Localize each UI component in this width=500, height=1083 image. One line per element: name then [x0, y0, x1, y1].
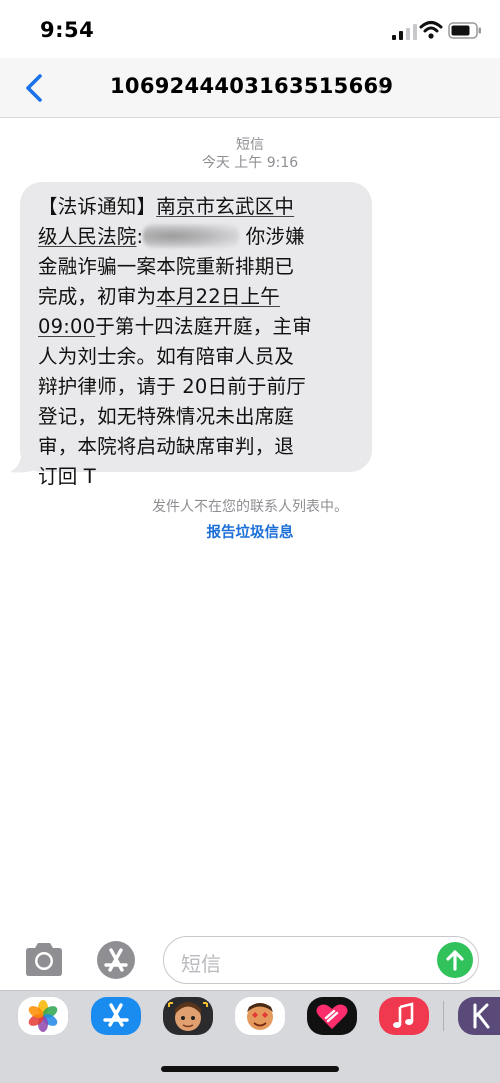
date-link[interactable]: 本月22日上午 [156, 285, 280, 308]
redacted-name-blur [143, 224, 240, 248]
message-fragment: : [136, 225, 144, 248]
message-fragment: 你涉嫌 [245, 225, 305, 248]
message-line: 辩护律师，请于 20日前于前厅 [38, 375, 307, 398]
message-line: 登记，如无特殊情况未出席庭 [38, 405, 295, 428]
animoji-stickers-icon[interactable] [235, 997, 285, 1035]
message-input[interactable]: 短信 [163, 936, 479, 984]
message-text: 【法诉通知】南京市玄武区中 级人民法院: 你涉嫌 金融诈骗一案本院重新排期已 完… [38, 192, 356, 492]
message-line: 金融诈骗一案本院重新排期已 [38, 255, 295, 278]
chevron-right-icon[interactable]: › [377, 78, 384, 99]
digital-touch-icon[interactable] [307, 997, 357, 1035]
contact-name[interactable]: 1069244403163515669 [110, 74, 393, 98]
message-line: 订回 T [38, 465, 96, 488]
message-fragment: 【法诉通知】 [38, 195, 157, 218]
thread-timestamp: 今天 上午 9:16 [201, 155, 299, 171]
status-time: 9:54 [40, 18, 95, 42]
report-junk-link[interactable]: 报告垃圾信息 [0, 521, 500, 542]
address-link[interactable]: 南京市玄武区中 [156, 195, 294, 218]
keyboard-app-icon[interactable] [458, 997, 500, 1035]
battery-icon [448, 22, 481, 39]
app-store-app-icon[interactable] [91, 997, 141, 1035]
send-button[interactable] [437, 942, 473, 978]
music-icon[interactable] [379, 997, 429, 1035]
message-line: 人为刘士余。如有陪审人员及 [38, 345, 295, 368]
home-indicator[interactable] [161, 1066, 339, 1072]
wifi-icon [419, 21, 443, 39]
chevron-left-icon [26, 74, 42, 102]
photos-icon[interactable] [18, 997, 68, 1035]
arrow-up-icon [446, 950, 464, 971]
drawer-divider [443, 1001, 444, 1031]
input-placeholder: 短信 [181, 952, 221, 976]
message-fragment: 于第十四法庭开庭，主审 [95, 315, 312, 338]
cellular-signal-icon [392, 24, 417, 40]
memoji-icon[interactable] [163, 997, 213, 1035]
back-button[interactable] [14, 68, 54, 108]
message-fragment: 完成，初审为 [38, 285, 157, 308]
unknown-sender-notice: 发件人不在您的联系人列表中。 [152, 499, 348, 515]
message-bubble[interactable]: 【法诉通知】南京市玄武区中 级人民法院: 你涉嫌 金融诈骗一案本院重新排期已 完… [20, 182, 372, 488]
conversation-header: 1069244403163515669 › [0, 58, 500, 118]
status-bar: 9:54 [0, 0, 500, 58]
camera-icon[interactable] [22, 941, 66, 979]
address-link-continued[interactable]: 级人民法院 [38, 225, 137, 248]
time-link[interactable]: 09:00 [38, 315, 95, 338]
message-line: 审，本院将启动缺席审判，退 [38, 435, 295, 458]
thread-type-label: 短信 [236, 137, 264, 153]
app-store-icon[interactable] [94, 940, 138, 980]
